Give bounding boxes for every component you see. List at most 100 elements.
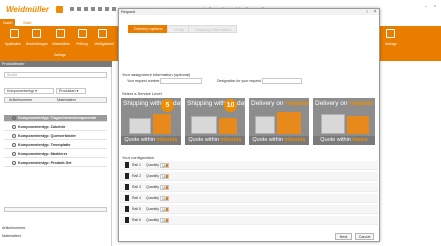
service-card-on-request-minutes[interactable]: Delivery on request Quote within minutes bbox=[249, 98, 309, 145]
tab-datei[interactable]: Datei bbox=[0, 19, 16, 26]
quote-value: minutes bbox=[220, 137, 242, 143]
rail-label: Rail 2 bbox=[132, 174, 141, 178]
search-input[interactable]: Suche bbox=[4, 72, 107, 78]
table-row[interactable]: Komponententyp: Trennplatte bbox=[4, 142, 107, 149]
table-row[interactable]: Komponententyp: Tragschienenkomponente bbox=[4, 115, 107, 122]
stepper-icon[interactable] bbox=[166, 197, 168, 200]
filter-komponententyp-select[interactable]: Komponententyp ▾ bbox=[4, 88, 54, 94]
quantity-value: 10 bbox=[162, 208, 166, 212]
step-shipping-information[interactable]: Shipping information bbox=[188, 25, 238, 33]
rail-icon bbox=[125, 206, 129, 212]
horizontal-scrollbar[interactable] bbox=[4, 207, 107, 212]
ribbon-applikation-button[interactable]: Applikation bbox=[2, 42, 24, 46]
close-icon[interactable]: × bbox=[372, 9, 378, 15]
close-window-icon[interactable]: × bbox=[432, 3, 438, 8]
rail-label: Rail 6 bbox=[132, 218, 141, 222]
row-label: Komponententyp: Produkt-Set bbox=[18, 161, 72, 165]
quantity-label: Quantity bbox=[146, 196, 160, 200]
minimize-icon[interactable]: – bbox=[423, 3, 429, 8]
stepper-icon[interactable] bbox=[166, 208, 168, 211]
package-orange-icon bbox=[347, 116, 369, 134]
service-level-title: Select a Service Level bbox=[122, 91, 162, 96]
stepper-icon[interactable] bbox=[166, 186, 168, 189]
card-title: Delivery on request bbox=[251, 100, 309, 107]
package-icon bbox=[129, 118, 151, 134]
table-row[interactable]: Komponententyp: Produkt-Set bbox=[4, 160, 107, 167]
quantity-stepper[interactable]: 10 bbox=[160, 207, 169, 212]
rail-icon bbox=[125, 173, 129, 179]
request-number-label: Your request number bbox=[127, 79, 160, 83]
save-icon[interactable] bbox=[70, 7, 74, 11]
quantity-stepper[interactable]: 10 bbox=[160, 174, 169, 179]
table-row[interactable]: Komponententyp: Markierer bbox=[4, 151, 107, 158]
quantity-value: 10 bbox=[162, 164, 166, 168]
stepper-icon[interactable] bbox=[166, 164, 168, 167]
config-row: Rail 2 Quantity 10 bbox=[120, 172, 378, 181]
step-verify[interactable]: Verify bbox=[167, 25, 191, 33]
package-icon bbox=[255, 116, 275, 134]
cancel-button[interactable]: Cancel bbox=[355, 233, 374, 240]
card-title: Delivery on request bbox=[315, 100, 373, 107]
quantity-label: Quantity bbox=[146, 218, 160, 222]
rail-icon bbox=[125, 195, 129, 201]
stepper-icon[interactable] bbox=[166, 175, 168, 178]
quote-pre: Quote within bbox=[320, 137, 351, 143]
column-materialtext[interactable]: Materialtext bbox=[57, 98, 76, 103]
card-quote: Quote within minutes bbox=[185, 136, 245, 145]
filter-produktart-select[interactable]: Produktart ▾ bbox=[56, 88, 86, 94]
tools-icon[interactable] bbox=[112, 7, 116, 11]
quantity-label: Quantity bbox=[146, 163, 160, 167]
ribbon-group-label: Anfrage bbox=[54, 53, 66, 57]
service-card-on-request-hours[interactable]: Delivery on request Quote within hours bbox=[313, 98, 375, 145]
package-icon bbox=[321, 114, 345, 134]
beschriftungen-icon bbox=[32, 29, 41, 38]
stepper-icon[interactable] bbox=[166, 219, 168, 222]
ribbon-verfuegbarkeit-button[interactable]: Verfügbarkeit bbox=[92, 42, 116, 46]
service-card-10-days[interactable]: Shipping within 10 days Quote within min… bbox=[185, 98, 245, 145]
card-title-pre: Delivery on bbox=[315, 100, 348, 107]
ribbon-pruefung-button[interactable]: Prüfung bbox=[72, 42, 92, 46]
row-label: Komponententyp: Zubehör bbox=[18, 125, 66, 129]
step-delivery-options[interactable]: Delivery options bbox=[128, 25, 168, 33]
rail-label: Rail 1 bbox=[132, 163, 141, 167]
undo-icon[interactable] bbox=[98, 7, 102, 11]
request-number-input[interactable] bbox=[160, 78, 202, 84]
table-row[interactable]: Komponententyp: Zubehör bbox=[4, 124, 107, 131]
list-icon[interactable] bbox=[91, 7, 95, 11]
quantity-stepper[interactable]: 10 bbox=[160, 185, 169, 190]
ribbon-anfrage-button[interactable]: Anfrage bbox=[380, 42, 402, 46]
quote-pre: Quote within bbox=[124, 137, 155, 143]
assignment-title: Your assignment information (optional) bbox=[122, 72, 191, 77]
pruefung-icon bbox=[78, 29, 87, 38]
card-days-word: days bbox=[173, 100, 181, 107]
config-row: Rail 6 Quantity 10 bbox=[120, 216, 378, 225]
quantity-stepper[interactable]: 10 bbox=[160, 163, 169, 168]
quantity-label: Quantity bbox=[146, 207, 160, 211]
row-label: Komponententyp: Markierer bbox=[18, 152, 68, 156]
table-row[interactable]: Komponententyp: Querverbinder bbox=[4, 133, 107, 140]
quantity-value: 10 bbox=[162, 186, 166, 190]
ribbon-beschriftungen-button[interactable]: Beschriftungen bbox=[24, 42, 50, 46]
tab-start[interactable]: Start bbox=[20, 19, 35, 26]
filter1-value: Komponententyp bbox=[7, 89, 35, 93]
row-label: Komponententyp: Tragschienenkomponente bbox=[18, 116, 97, 120]
group-icon bbox=[12, 124, 16, 129]
ribbon-materialliste-button[interactable]: Materialliste bbox=[49, 42, 73, 46]
config-row: Rail 5 Quantity 10 bbox=[120, 205, 378, 214]
quantity-value: 10 bbox=[162, 197, 166, 201]
redo-icon[interactable] bbox=[105, 7, 109, 11]
quantity-stepper[interactable]: 10 bbox=[160, 196, 169, 201]
grid-icon[interactable] bbox=[84, 7, 88, 11]
group-icon bbox=[12, 115, 16, 120]
rail-icon bbox=[125, 184, 129, 190]
service-card-5-days[interactable]: Shipping within 5 days Quote within minu… bbox=[121, 98, 181, 145]
verfuegbarkeit-icon bbox=[98, 29, 107, 38]
print-icon[interactable] bbox=[77, 7, 81, 11]
card-title-post: request bbox=[349, 100, 373, 107]
days-badge: 10 bbox=[224, 99, 237, 112]
next-button[interactable]: Next bbox=[335, 233, 352, 240]
designation-input[interactable] bbox=[262, 78, 302, 84]
quantity-stepper[interactable]: 10 bbox=[160, 218, 169, 223]
help-icon[interactable]: ? bbox=[364, 9, 370, 15]
column-artikelnummer[interactable]: Artikelnummer bbox=[9, 98, 32, 103]
